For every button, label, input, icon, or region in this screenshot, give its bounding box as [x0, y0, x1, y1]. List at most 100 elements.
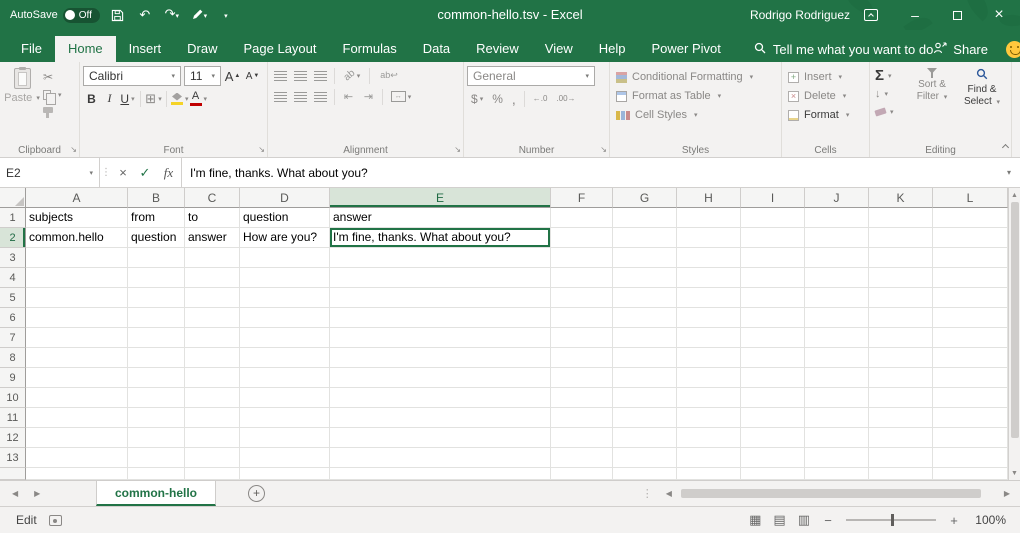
- cell-K5[interactable]: [869, 288, 933, 308]
- select-all-corner[interactable]: [0, 188, 26, 208]
- cell-L11[interactable]: [933, 408, 1008, 428]
- sheet-nav-right-icon[interactable]: ▶: [34, 489, 40, 498]
- cell-C6[interactable]: [185, 308, 240, 328]
- formula-input[interactable]: I'm fine, thanks. What about you?: [182, 158, 998, 187]
- tab-view[interactable]: View: [532, 36, 586, 62]
- cell-K12[interactable]: [869, 428, 933, 448]
- cell-D10[interactable]: [240, 388, 330, 408]
- tab-home[interactable]: Home: [55, 36, 116, 62]
- cell-G8[interactable]: [613, 348, 677, 368]
- align-center-button[interactable]: [291, 87, 310, 106]
- cell-K6[interactable]: [869, 308, 933, 328]
- column-header-A[interactable]: A: [26, 188, 128, 208]
- cell-L5[interactable]: [933, 288, 1008, 308]
- cell-F8[interactable]: [551, 348, 613, 368]
- customize-quick-access-toolbar-icon[interactable]: ▾: [217, 0, 235, 30]
- normal-view-button[interactable]: ▦: [749, 512, 761, 528]
- cell-A13[interactable]: [26, 448, 128, 468]
- cell-H13[interactable]: [677, 448, 741, 468]
- cell-A2[interactable]: common.hello: [26, 228, 128, 248]
- formula-bar-resize-handle[interactable]: ⋮: [100, 158, 112, 187]
- cell-D5[interactable]: [240, 288, 330, 308]
- font-size-select[interactable]: 11: [184, 66, 221, 86]
- row-header-8[interactable]: 8: [0, 348, 26, 368]
- accounting-format-button[interactable]: $▾: [467, 89, 487, 108]
- cell-D4[interactable]: [240, 268, 330, 288]
- feedback-smiley-icon[interactable]: [1006, 41, 1020, 58]
- wrap-text-button[interactable]: ab↩: [374, 66, 404, 85]
- cell-C11[interactable]: [185, 408, 240, 428]
- cell-A8[interactable]: [26, 348, 128, 368]
- row-header-6[interactable]: 6: [0, 308, 26, 328]
- cell-E5[interactable]: [330, 288, 551, 308]
- bottom-align-button[interactable]: [311, 66, 330, 85]
- cell-L13[interactable]: [933, 448, 1008, 468]
- cell-E10[interactable]: [330, 388, 551, 408]
- page-break-view-button[interactable]: ▥: [798, 512, 810, 528]
- cell-H3[interactable]: [677, 248, 741, 268]
- cell-F10[interactable]: [551, 388, 613, 408]
- cell-B12[interactable]: [128, 428, 185, 448]
- cell-F11[interactable]: [551, 408, 613, 428]
- cell-G4[interactable]: [613, 268, 677, 288]
- cell-A3[interactable]: [26, 248, 128, 268]
- cell-styles-button[interactable]: Cell Styles▾: [613, 106, 778, 124]
- cell-B6[interactable]: [128, 308, 185, 328]
- cell-L-partial[interactable]: [933, 468, 1008, 480]
- cell-L3[interactable]: [933, 248, 1008, 268]
- cell-E9[interactable]: [330, 368, 551, 388]
- delete-cells-button[interactable]: ×Delete▾: [785, 87, 866, 105]
- cell-F9[interactable]: [551, 368, 613, 388]
- cell-E11[interactable]: [330, 408, 551, 428]
- sheet-tab-common-hello[interactable]: common-hello: [96, 481, 216, 506]
- cell-J2[interactable]: [805, 228, 869, 248]
- cell-E13[interactable]: [330, 448, 551, 468]
- column-header-G[interactable]: G: [613, 188, 677, 208]
- row-header-partial[interactable]: [0, 468, 26, 480]
- zoom-slider[interactable]: [846, 519, 936, 521]
- cell-E1[interactable]: answer: [330, 208, 551, 228]
- bold-button[interactable]: B: [83, 89, 100, 108]
- increase-font-size-button[interactable]: A▲: [224, 67, 241, 86]
- cell-J5[interactable]: [805, 288, 869, 308]
- merge-center-button[interactable]: ↔▾: [387, 87, 415, 106]
- cell-J-partial[interactable]: [805, 468, 869, 480]
- format-as-table-button[interactable]: Format as Table▾: [613, 87, 778, 105]
- enter-button[interactable]: ✓: [134, 158, 156, 187]
- save-icon[interactable]: [109, 0, 127, 30]
- cell-K3[interactable]: [869, 248, 933, 268]
- cell-K9[interactable]: [869, 368, 933, 388]
- cell-J3[interactable]: [805, 248, 869, 268]
- font-color-button[interactable]: A▾: [190, 89, 208, 108]
- cell-E2[interactable]: I'm fine, thanks. What about you?: [330, 228, 551, 248]
- cell-I8[interactable]: [741, 348, 805, 368]
- cell-J11[interactable]: [805, 408, 869, 428]
- cell-D8[interactable]: [240, 348, 330, 368]
- cell-C8[interactable]: [185, 348, 240, 368]
- user-name[interactable]: Rodrigo Rodriguez: [750, 8, 850, 22]
- minimize-button[interactable]: –: [894, 0, 936, 30]
- zoom-level[interactable]: 100%: [972, 513, 1006, 527]
- column-header-D[interactable]: D: [240, 188, 330, 208]
- column-header-I[interactable]: I: [741, 188, 805, 208]
- row-header-5[interactable]: 5: [0, 288, 26, 308]
- cell-J7[interactable]: [805, 328, 869, 348]
- cell-F3[interactable]: [551, 248, 613, 268]
- tab-review[interactable]: Review: [463, 36, 532, 62]
- autosave-toggle[interactable]: AutoSave Off: [10, 8, 100, 23]
- tab-help[interactable]: Help: [586, 36, 639, 62]
- cell-I7[interactable]: [741, 328, 805, 348]
- cell-G13[interactable]: [613, 448, 677, 468]
- cell-B5[interactable]: [128, 288, 185, 308]
- cell-G3[interactable]: [613, 248, 677, 268]
- cell-G10[interactable]: [613, 388, 677, 408]
- ribbon-display-options-icon[interactable]: [864, 9, 878, 21]
- cell-L9[interactable]: [933, 368, 1008, 388]
- cell-A9[interactable]: [26, 368, 128, 388]
- cell-C-partial[interactable]: [185, 468, 240, 480]
- cell-G-partial[interactable]: [613, 468, 677, 480]
- cell-C5[interactable]: [185, 288, 240, 308]
- borders-button[interactable]: ⊞▾: [145, 89, 162, 108]
- format-painter-button[interactable]: [41, 104, 64, 121]
- cell-L12[interactable]: [933, 428, 1008, 448]
